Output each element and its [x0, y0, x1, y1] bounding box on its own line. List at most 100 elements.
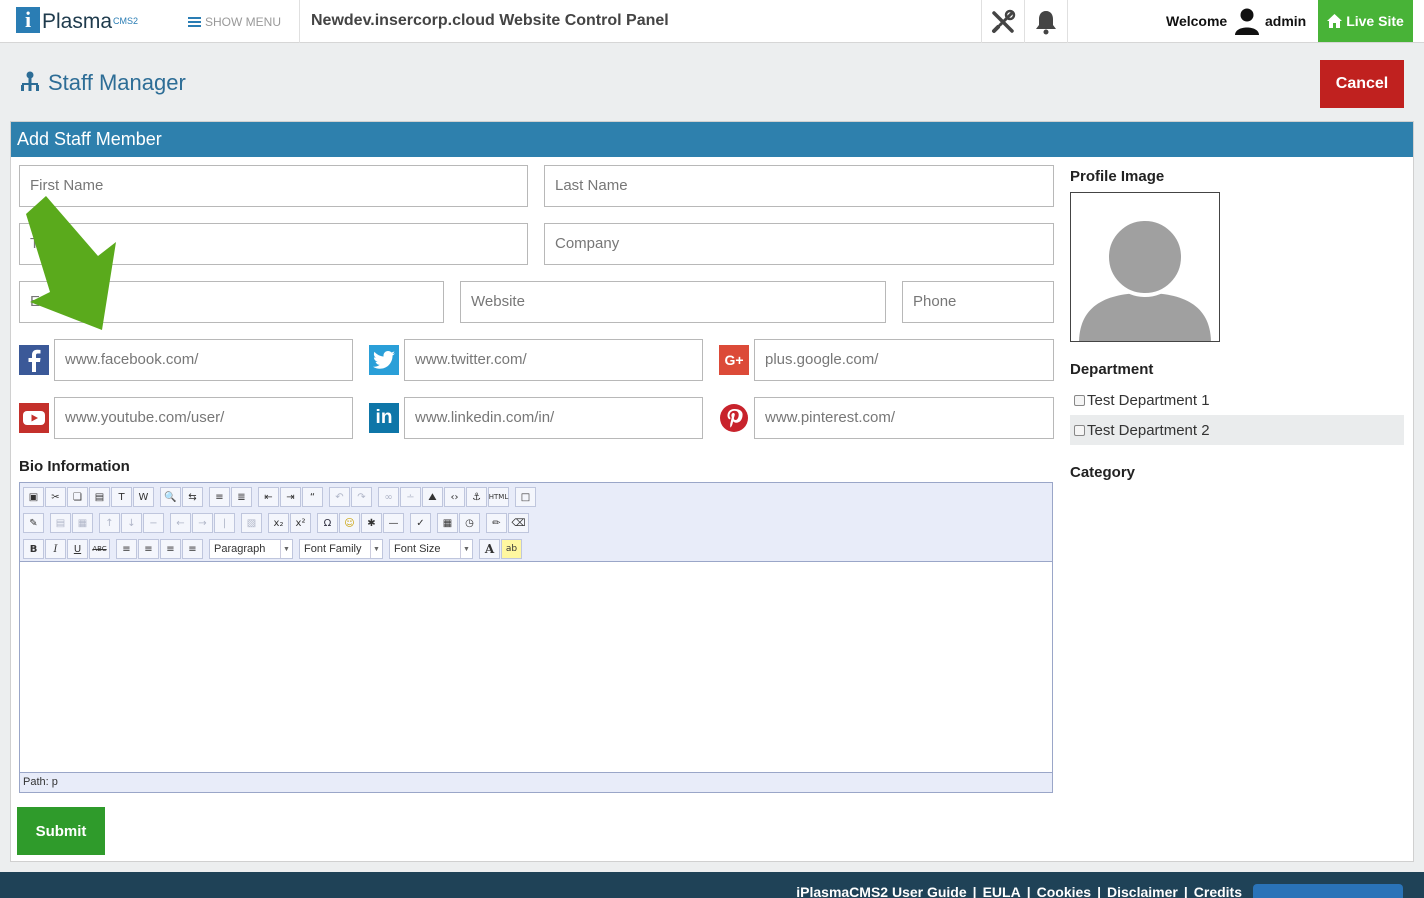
- row-before-icon[interactable]: ↑: [99, 513, 120, 533]
- unlink-icon[interactable]: ∸: [400, 487, 421, 507]
- bullet-list-icon[interactable]: ≡: [209, 487, 230, 507]
- notifications-button[interactable]: [1025, 0, 1067, 43]
- text-color-icon[interactable]: A: [479, 539, 500, 559]
- checkbox[interactable]: [1074, 394, 1085, 406]
- paste-icon[interactable]: ▤: [89, 487, 110, 507]
- find-icon[interactable]: 🔍: [160, 487, 181, 507]
- checkbox[interactable]: [1074, 424, 1085, 436]
- footer-link-credits[interactable]: Credits: [1194, 884, 1242, 898]
- footer-link-eula[interactable]: EULA: [983, 884, 1021, 898]
- bold-icon[interactable]: B: [23, 539, 44, 559]
- divider: [299, 0, 300, 43]
- save-icon[interactable]: ▣: [23, 487, 44, 507]
- page-header: Staff Manager: [20, 70, 186, 96]
- italic-icon[interactable]: I: [45, 539, 66, 559]
- format-select[interactable]: Paragraph ▼: [209, 539, 293, 559]
- emoticon-icon[interactable]: ☺: [339, 513, 360, 533]
- image-icon[interactable]: ⛰: [422, 487, 443, 507]
- special-char-icon[interactable]: Ω: [317, 513, 338, 533]
- google-plus-field[interactable]: plus.google.com/: [754, 339, 1054, 381]
- numbered-list-icon[interactable]: ≣: [231, 487, 252, 507]
- highlight-color-icon[interactable]: ab: [501, 539, 522, 559]
- company-field[interactable]: Company: [544, 223, 1054, 265]
- redo-icon[interactable]: ↷: [351, 487, 372, 507]
- undo-icon[interactable]: ↶: [329, 487, 350, 507]
- horizontal-rule-icon[interactable]: —: [383, 513, 404, 533]
- logo-superscript: CMS2: [113, 16, 139, 26]
- pinterest-field[interactable]: www.pinterest.com/: [754, 397, 1054, 439]
- facebook-field[interactable]: www.facebook.com/: [54, 339, 353, 381]
- align-right-icon[interactable]: ≡: [160, 539, 181, 559]
- user-placeholder-icon: [1071, 193, 1219, 341]
- underline-icon[interactable]: U: [67, 539, 88, 559]
- copy-icon[interactable]: ❏: [67, 487, 88, 507]
- show-menu-label: SHOW MENU: [205, 15, 281, 29]
- fullscreen-icon[interactable]: □: [515, 487, 536, 507]
- font-size-select[interactable]: Font Size ▼: [389, 539, 473, 559]
- edit-icon[interactable]: ✎: [23, 513, 44, 533]
- media-icon[interactable]: ✱: [361, 513, 382, 533]
- divider: [1067, 0, 1068, 43]
- blockquote-icon[interactable]: “: [302, 487, 323, 507]
- cut-icon[interactable]: ✂: [45, 487, 66, 507]
- logo-text: Plasma: [42, 10, 113, 33]
- spellcheck-icon[interactable]: ✓: [410, 513, 431, 533]
- align-justify-icon[interactable]: ≡: [182, 539, 203, 559]
- code-icon[interactable]: ‹›: [444, 487, 465, 507]
- footer: iPlasmaCMS2 User Guide | EULA | Cookies | Disc…: [0, 872, 1424, 898]
- editor-path: Path: p: [20, 772, 1052, 792]
- editor-content-area[interactable]: [20, 562, 1052, 772]
- align-left-icon[interactable]: ≡: [116, 539, 137, 559]
- insert-date-icon[interactable]: ▦: [437, 513, 458, 533]
- department-option[interactable]: Test Department 2: [1070, 415, 1404, 445]
- table-row-icon[interactable]: ▤: [50, 513, 71, 533]
- row-after-icon[interactable]: ↓: [121, 513, 142, 533]
- username[interactable]: admin: [1265, 13, 1306, 29]
- logo-mark: i: [16, 7, 40, 33]
- submit-button[interactable]: Submit: [17, 807, 105, 855]
- live-site-label: Live Site: [1346, 13, 1404, 29]
- merge-cells-icon[interactable]: ▧: [241, 513, 262, 533]
- cancel-button[interactable]: Cancel: [1320, 60, 1404, 108]
- delete-row-icon[interactable]: −: [143, 513, 164, 533]
- insert-time-icon[interactable]: ◷: [459, 513, 480, 533]
- twitter-field[interactable]: www.twitter.com/: [404, 339, 703, 381]
- department-option[interactable]: Test Department 1: [1070, 385, 1404, 415]
- align-center-icon[interactable]: ≡: [138, 539, 159, 559]
- profile-image[interactable]: [1070, 192, 1220, 342]
- html-icon[interactable]: HTML: [488, 487, 509, 507]
- paste-word-icon[interactable]: W: [133, 487, 154, 507]
- linkedin-field[interactable]: www.linkedin.com/in/: [404, 397, 703, 439]
- cleanup-icon[interactable]: ✏: [486, 513, 507, 533]
- outdent-icon[interactable]: ⇤: [258, 487, 279, 507]
- strikethrough-icon[interactable]: ABC: [89, 539, 110, 559]
- footer-link-user-guide[interactable]: iPlasmaCMS2 User Guide: [796, 884, 966, 898]
- table-cell-icon[interactable]: ▦: [72, 513, 93, 533]
- footer-link-cookies[interactable]: Cookies: [1037, 884, 1091, 898]
- website-field[interactable]: Website: [460, 281, 886, 323]
- remove-format-icon[interactable]: ⌫: [508, 513, 529, 533]
- superscript-icon[interactable]: x²: [290, 513, 311, 533]
- delete-col-icon[interactable]: |: [214, 513, 235, 533]
- last-name-field[interactable]: Last Name: [544, 165, 1054, 207]
- show-menu-button[interactable]: SHOW MENU: [188, 15, 281, 29]
- phone-field[interactable]: Phone: [902, 281, 1054, 323]
- paste-text-icon[interactable]: T: [111, 487, 132, 507]
- subscript-icon[interactable]: x₂: [268, 513, 289, 533]
- footer-link-disclaimer[interactable]: Disclaimer: [1107, 884, 1178, 898]
- category-label: Category: [1070, 464, 1136, 481]
- link-icon[interactable]: ∞: [378, 487, 399, 507]
- youtube-field[interactable]: www.youtube.com/user/: [54, 397, 353, 439]
- indent-icon[interactable]: ⇥: [280, 487, 301, 507]
- tools-button[interactable]: [982, 0, 1024, 43]
- footer-tab[interactable]: [1253, 884, 1403, 898]
- col-after-icon[interactable]: →: [192, 513, 213, 533]
- user-avatar-icon[interactable]: [1233, 5, 1261, 35]
- font-family-select[interactable]: Font Family ▼: [299, 539, 383, 559]
- live-site-button[interactable]: Live Site: [1318, 0, 1413, 42]
- logo[interactable]: i Plasma CMS2: [16, 7, 138, 35]
- replace-icon[interactable]: ⇆: [182, 487, 203, 507]
- col-before-icon[interactable]: ←: [170, 513, 191, 533]
- anchor-icon[interactable]: ⚓: [466, 487, 487, 507]
- staff-hierarchy-icon: [21, 71, 39, 91]
